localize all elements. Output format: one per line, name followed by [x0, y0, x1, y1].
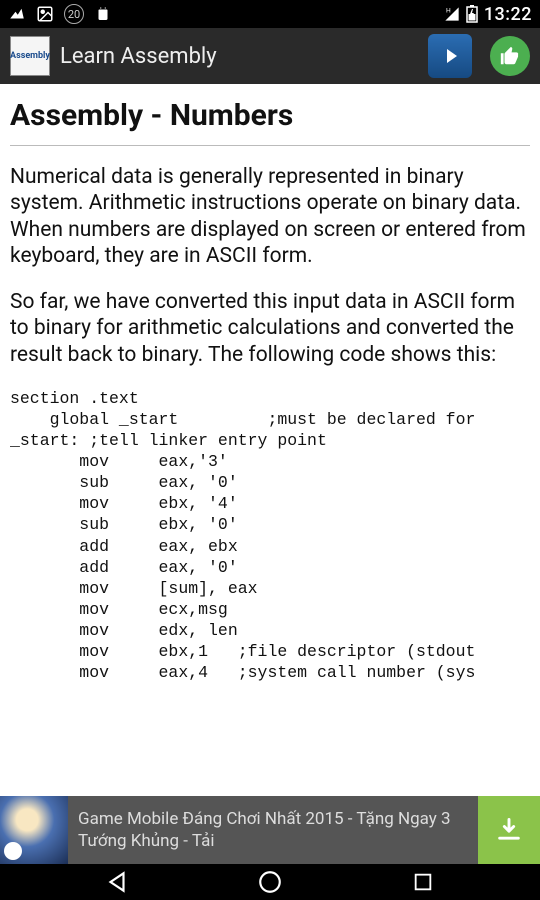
- ad-text: Game Mobile Đáng Chơi Nhất 2015 - Tặng N…: [68, 796, 478, 864]
- signal-icon: H: [444, 6, 460, 22]
- divider: [10, 145, 530, 146]
- ad-banner[interactable]: Game Mobile Đáng Chơi Nhất 2015 - Tặng N…: [0, 796, 540, 864]
- notification-count-badge: 20: [64, 4, 84, 24]
- home-button[interactable]: [240, 869, 300, 895]
- recent-apps-button[interactable]: [393, 871, 453, 893]
- status-right: H 13:22: [444, 4, 532, 25]
- content-area[interactable]: Assembly - Numbers Numerical data is gen…: [0, 84, 540, 796]
- play-store-icon[interactable]: [428, 34, 472, 78]
- bird-icon: [8, 5, 26, 23]
- paragraph-2: So far, we have converted this input dat…: [10, 289, 530, 368]
- navigation-bar: [0, 864, 540, 900]
- clock-time: 13:22: [484, 4, 532, 25]
- page-heading: Assembly - Numbers: [10, 98, 530, 133]
- image-icon: [36, 5, 54, 23]
- back-button[interactable]: [87, 869, 147, 895]
- paragraph-1: Numerical data is generally represented …: [10, 164, 530, 269]
- code-block: section .text global _start ;must be dec…: [10, 388, 530, 684]
- download-button[interactable]: [478, 796, 540, 864]
- app-bar: Assembly Learn Assembly: [0, 28, 540, 84]
- ad-thumbnail-icon: [0, 796, 68, 864]
- svg-text:H: H: [446, 7, 451, 15]
- battery-icon: [466, 5, 478, 23]
- status-bar: 20 H 13:22: [0, 0, 540, 28]
- android-icon: [94, 5, 112, 23]
- thumbs-up-icon[interactable]: [490, 36, 530, 76]
- app-title: Learn Assembly: [60, 44, 217, 69]
- status-left: 20: [8, 4, 112, 24]
- app-logo-icon[interactable]: Assembly: [10, 36, 50, 76]
